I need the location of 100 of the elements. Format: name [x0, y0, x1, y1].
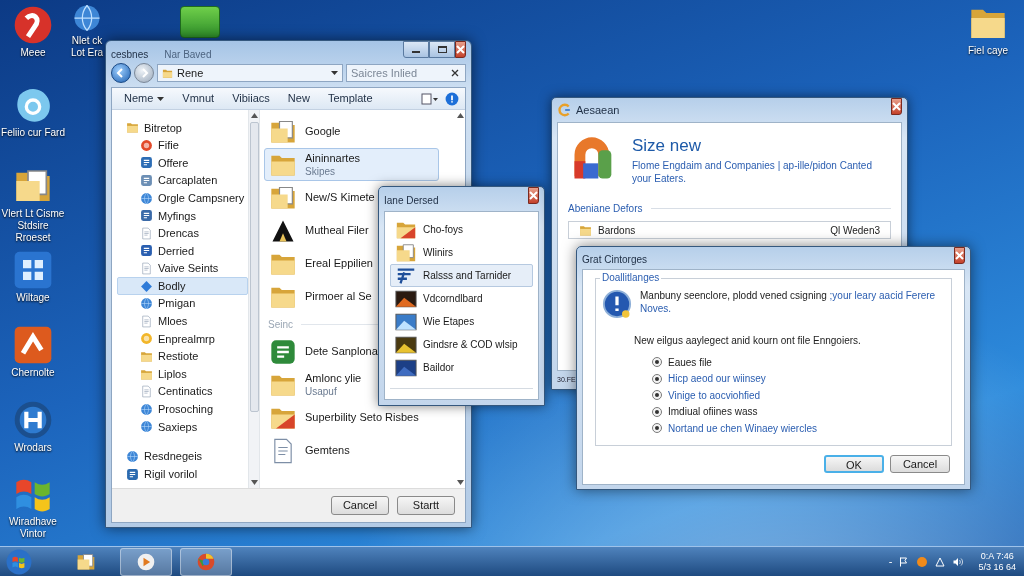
desktop-icon[interactable]: Chernolte: [0, 325, 66, 379]
nav-item[interactable]: Offere: [117, 154, 248, 172]
toolbar-button[interactable]: Vibiiacs: [226, 88, 276, 109]
app-icon: [916, 555, 929, 568]
windows-logo-icon: [6, 548, 32, 575]
close-icon: [451, 69, 459, 77]
app-icon: [140, 244, 153, 258]
folder-icon: [162, 67, 173, 79]
nav-item[interactable]: Vaive Seints: [117, 259, 248, 278]
taskbar-button[interactable]: [120, 547, 172, 576]
globe-icon: [72, 3, 102, 33]
message: Manbuny seenclore, plodd vened csigning ;your leary aacid Ferere Noves.: [640, 289, 937, 316]
option-label[interactable]: Hicp aeod our wiinsey: [668, 371, 766, 387]
globe-icon: [126, 450, 139, 463]
close-button[interactable]: [954, 247, 965, 264]
nav-item[interactable]: Derried: [117, 242, 248, 260]
desktop-icon[interactable]: Meee: [2, 5, 64, 59]
forward-button[interactable]: [134, 63, 154, 83]
nav-item[interactable]: Enprealmrp: [117, 330, 248, 348]
radio-button[interactable]: [652, 373, 662, 384]
radio-button[interactable]: [652, 390, 662, 401]
nav-item[interactable]: Rigil vorilol: [117, 465, 248, 483]
nav-item[interactable]: Bodly: [117, 277, 248, 295]
heading: Size new: [632, 135, 702, 157]
desktop-icon[interactable]: Wrodars: [2, 400, 64, 454]
desktop-icon[interactable]: Wiradhave Vintor: [0, 474, 66, 540]
address-field[interactable]: Rene: [157, 64, 343, 82]
file-item[interactable]: Gemtens: [264, 434, 439, 467]
window-title: Iane Dersed: [384, 194, 439, 208]
nav-item[interactable]: Centinatics: [117, 382, 248, 401]
nav-item[interactable]: Liplos: [117, 365, 248, 383]
start-button[interactable]: [4, 547, 34, 576]
app-icon[interactable]: [180, 6, 220, 38]
nav-item[interactable]: Restiote: [117, 347, 248, 366]
option-label[interactable]: Vinige to aocviohfied: [668, 387, 761, 403]
back-button[interactable]: [111, 63, 131, 83]
nav-item[interactable]: Drencas: [117, 224, 248, 243]
section-title: Abeniane Defors: [568, 202, 643, 216]
radio-button[interactable]: [652, 357, 662, 368]
list-item[interactable]: Wie Etapes: [390, 310, 533, 333]
desktop-icon[interactable]: Feliio cur Fard: [0, 85, 66, 139]
close-button[interactable]: [455, 41, 466, 58]
document-icon: [140, 385, 153, 399]
option-label[interactable]: Nortand ue chen Winaey wiercles: [668, 420, 817, 436]
list-item[interactable]: Wlinirs: [390, 241, 533, 264]
start-button[interactable]: Startt: [397, 496, 455, 515]
app-icon: [140, 209, 153, 223]
chevron-right-icon: [139, 68, 149, 78]
minimize-button[interactable]: [403, 41, 429, 58]
toolbar-button[interactable]: Template: [321, 88, 379, 109]
option-label[interactable]: Imdiual ofiines wass: [668, 404, 758, 420]
nav-item[interactable]: Saxieps: [117, 418, 248, 436]
desktop-icon[interactable]: Nlet ck Lot Era: [68, 3, 106, 59]
desktop-icon[interactable]: Fiel caye: [958, 3, 1018, 57]
desktop-icon[interactable]: Wiltage: [2, 250, 64, 304]
nav-item[interactable]: Mloes: [117, 312, 248, 331]
nav-item[interactable]: Prosoching: [117, 400, 248, 419]
nav-item[interactable]: Pmigan: [117, 294, 248, 313]
list-item[interactable]: Cho-foys: [390, 218, 533, 241]
cancel-button[interactable]: Cancel: [331, 496, 389, 515]
maximize-button[interactable]: [429, 41, 455, 58]
ok-button[interactable]: OK: [824, 455, 884, 473]
list-item[interactable]: Gindsre & COD wlsip: [390, 333, 533, 356]
desktop-icon[interactable]: Vlert Lt Cisme Stdsire Rroeset: [0, 166, 66, 244]
list-item[interactable]: Ralsss and Tarnider: [390, 264, 533, 287]
nav-item[interactable]: Carcaplaten: [117, 171, 248, 190]
nav-item[interactable]: Fifie: [117, 136, 248, 155]
window-title: cesbnes: [111, 48, 149, 62]
toolbar-button[interactable]: New: [281, 88, 316, 109]
view-icon[interactable]: [421, 92, 439, 105]
nav-item[interactable]: Bitretop: [117, 119, 248, 137]
list-row[interactable]: Bardons Ql Weden3: [568, 221, 891, 239]
radio-button[interactable]: [652, 423, 662, 434]
folder-icon: [126, 121, 139, 135]
tray-text: -: [888, 554, 893, 570]
cancel-button[interactable]: Cancel: [890, 455, 950, 473]
scrollbar[interactable]: [248, 110, 260, 488]
folder-icon: [579, 223, 592, 237]
nav-item[interactable]: Orgle Campsnery: [117, 189, 248, 207]
document-icon: [140, 262, 153, 276]
list-item[interactable]: Baildor: [390, 356, 533, 379]
file-item[interactable]: Superbility Seto Risbes: [264, 401, 439, 434]
toolbar-button[interactable]: Vmnut: [176, 88, 221, 109]
globe-icon: [140, 402, 153, 416]
close-button[interactable]: [891, 98, 902, 115]
close-button[interactable]: [528, 187, 539, 204]
file-item[interactable]: Google: [264, 115, 439, 148]
option-label[interactable]: Eaues file: [668, 354, 712, 370]
radio-button[interactable]: [652, 406, 662, 417]
toolbar-button[interactable]: Neme: [118, 88, 171, 109]
app-icon: [13, 325, 53, 365]
list-item[interactable]: Vdcorndlbard: [390, 287, 533, 310]
file-item[interactable]: Aininnartes Skipes: [264, 148, 439, 181]
nav-item[interactable]: Resdnegeis: [117, 447, 248, 466]
media-player-icon: [136, 551, 156, 572]
up-arrow-icon: [250, 113, 258, 118]
nav-item[interactable]: Myfings: [117, 206, 248, 225]
window-title: Grat Cintorges: [582, 253, 648, 267]
down-arrow-icon: [250, 480, 258, 485]
document-icon: [140, 226, 153, 240]
